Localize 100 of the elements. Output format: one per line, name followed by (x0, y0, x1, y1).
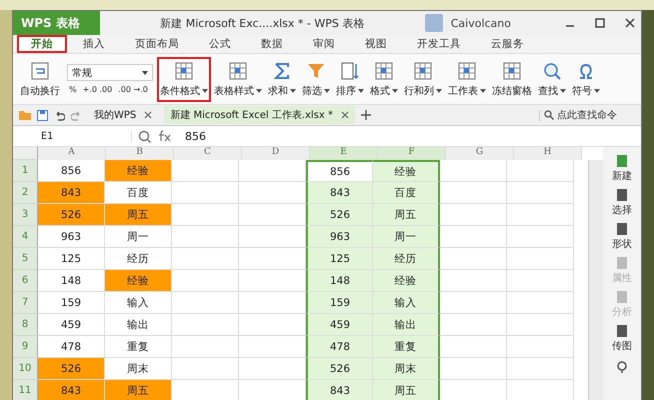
table-cell (172, 160, 239, 182)
ribbon-tab[interactable]: 审阅 (299, 35, 349, 53)
column-header[interactable]: B (106, 147, 174, 160)
column-header[interactable]: F (378, 147, 446, 160)
undo-icon[interactable] (54, 110, 65, 120)
format-button[interactable]: +.0 .00 (80, 85, 114, 94)
save-icon[interactable] (37, 110, 48, 120)
table-cell (507, 226, 574, 248)
table-cell (440, 314, 507, 336)
ribbon-tab[interactable]: 开发工具 (403, 35, 475, 53)
table-cell: 经验 (105, 270, 172, 292)
table-cell: 125 (306, 248, 373, 270)
ribbon-tab[interactable]: 公式 (195, 35, 245, 53)
format-button[interactable]: .00 →.0 (116, 85, 150, 94)
column-header[interactable]: A (38, 147, 106, 160)
table-cell: 159 (38, 292, 105, 314)
table-cell (172, 248, 239, 270)
table-cell (507, 270, 574, 292)
ribbon-tab[interactable]: 页面布局 (121, 35, 193, 53)
table-cell: 重复 (105, 336, 172, 358)
formula-field[interactable]: 856 (179, 130, 641, 142)
column-header[interactable]: E (310, 147, 378, 160)
function-icon[interactable] (157, 130, 173, 142)
table-cell: 经历 (373, 248, 440, 270)
table-cell: 459 (38, 314, 105, 336)
document-icon (616, 155, 628, 167)
ribbon-button[interactable]: 行和列 (401, 56, 445, 102)
table-cell: 843 (38, 182, 105, 204)
ribbon-button[interactable]: 求和 (265, 56, 299, 102)
side-panel-button[interactable]: 选择 (612, 189, 632, 217)
column-header[interactable]: H (514, 147, 582, 160)
document-icon (616, 325, 628, 337)
table-cell (172, 182, 239, 204)
command-search-field[interactable]: 点此查找命令 (539, 110, 635, 120)
ribbon-tab[interactable]: 开始 (17, 35, 67, 53)
document-icon (616, 257, 628, 269)
grid-icon (374, 60, 394, 80)
ribbon-button[interactable]: 查找 (535, 56, 569, 102)
close-icon[interactable] (625, 18, 635, 28)
ribbon-tab[interactable]: 视图 (351, 35, 401, 53)
side-panel-button[interactable]: 形状 (612, 223, 632, 251)
table-cell: 周一 (373, 226, 440, 248)
table-cell: 843 (306, 182, 373, 204)
table-cell: 周一 (105, 226, 172, 248)
maximize-icon[interactable] (595, 18, 605, 28)
document-tab[interactable]: 新建 Microsoft Excel 工作表.xlsx * (164, 106, 355, 124)
document-icon (616, 291, 628, 303)
ribbon-button[interactable]: 符号 (569, 56, 603, 102)
format-button[interactable]: % (67, 85, 79, 94)
column-header[interactable]: D (242, 147, 310, 160)
close-icon[interactable] (144, 111, 152, 119)
caret-icon (324, 88, 330, 92)
ribbon-button[interactable]: 表格样式 (211, 56, 265, 102)
user-name[interactable]: Caivolcano (450, 16, 511, 30)
caret-icon (142, 70, 148, 74)
name-box[interactable]: E1 (13, 130, 132, 142)
ribbon-button[interactable]: 条件格式 (157, 56, 211, 102)
column-header[interactable]: G (446, 147, 514, 160)
ribbon-button[interactable]: 排序 (333, 56, 367, 102)
ribbon-tab[interactable]: 数据 (247, 35, 297, 53)
wrap-text-button[interactable]: 自动换行 (17, 56, 63, 102)
vertical-scrollbar[interactable] (588, 160, 603, 400)
caret-icon (392, 88, 398, 92)
magnifier-icon (542, 60, 562, 80)
table-cell: 963 (38, 226, 105, 248)
number-format-dropdown[interactable]: 常规 (67, 64, 153, 81)
sort-icon (340, 60, 360, 80)
ribbon-tab[interactable]: 云服务 (477, 35, 538, 53)
table-cell (172, 204, 239, 226)
ribbon-tab[interactable]: 插入 (69, 35, 119, 53)
table-cell (507, 248, 574, 270)
table-cell: 输出 (105, 314, 172, 336)
table-cell: 周五 (373, 204, 440, 226)
grid-icon (457, 60, 477, 80)
column-header[interactable]: C (174, 147, 242, 160)
side-panel-button[interactable]: 传图 (612, 325, 632, 353)
table-cell: 周五 (105, 204, 172, 226)
table-cell: 经验 (105, 160, 172, 182)
close-icon[interactable] (340, 111, 349, 119)
ribbon-button[interactable]: 工作表 (445, 56, 489, 102)
table-cell: 159 (306, 292, 373, 314)
caret-icon (480, 88, 486, 92)
grid-icon (502, 60, 522, 80)
zoom-icon[interactable] (138, 130, 151, 142)
document-tab[interactable]: 我的WPS (88, 106, 158, 124)
side-panel-button[interactable]: 新建 (612, 155, 632, 183)
table-cell: 526 (38, 358, 105, 380)
pin-icon[interactable] (616, 361, 628, 373)
table-cell: 843 (38, 380, 105, 400)
plus-icon[interactable] (360, 110, 371, 120)
table-cell (507, 292, 574, 314)
table-cell: 输入 (373, 292, 440, 314)
table-cell: 843 (306, 380, 373, 400)
caret-icon (290, 88, 296, 92)
table-cell: 125 (38, 248, 105, 270)
document-icon (616, 189, 628, 201)
ribbon-button[interactable]: 格式 (367, 56, 401, 102)
table-cell: 963 (306, 226, 373, 248)
ribbon-button[interactable]: 筛选 (299, 56, 333, 102)
ribbon-button[interactable]: 冻结窗格 (489, 56, 535, 102)
